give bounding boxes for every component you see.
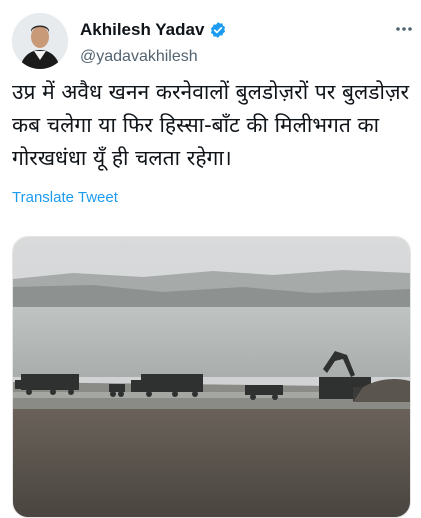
tweet-text: उप्र में अवैध खनन करनेवालों बुलडोज़रों प…: [12, 80, 410, 170]
avatar[interactable]: [12, 13, 68, 69]
author-handle[interactable]: @yadavakhilesh: [80, 48, 198, 66]
translate-tweet-link[interactable]: Translate Tweet: [12, 189, 118, 206]
author-name-row: Akhilesh Yadav: [80, 20, 227, 40]
author-name[interactable]: Akhilesh Yadav: [80, 20, 204, 40]
more-options-icon[interactable]: [395, 20, 413, 38]
tweet-media-image[interactable]: [12, 236, 411, 518]
river-bulldozers-photo: [13, 237, 410, 517]
profile-photo: [12, 13, 68, 69]
verified-badge-icon: [211, 22, 226, 38]
